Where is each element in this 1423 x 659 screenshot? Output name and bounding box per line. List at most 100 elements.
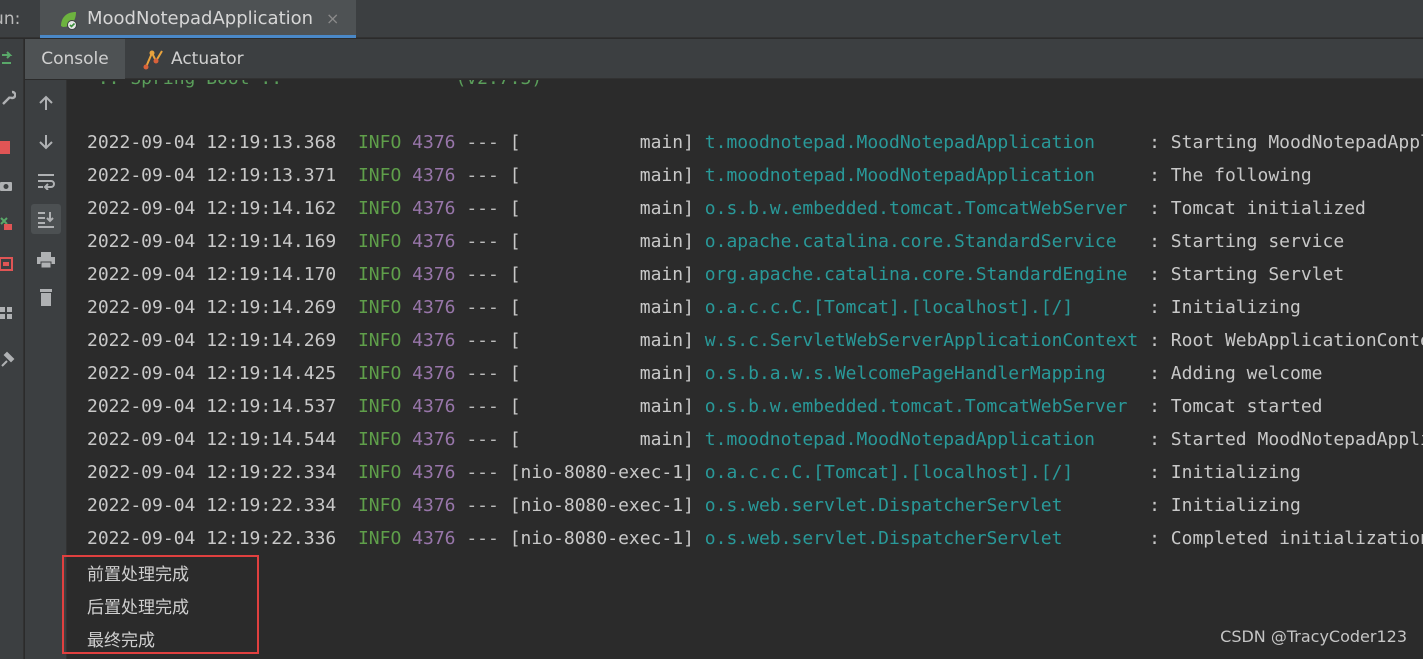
run-tab-mood-notepad[interactable]: MoodNotepadApplication × (40, 0, 356, 38)
log-line: 2022-09-04 12:19:22.334 INFO 4376 --- [n… (87, 489, 1301, 522)
log-level: INFO (357, 495, 402, 516)
log-logger: w.s.c.ServletWebServerApplicationContext (704, 330, 1150, 351)
scroll-to-end-button[interactable] (31, 204, 61, 234)
log-line: 2022-09-04 12:19:14.169 INFO 4376 --- [ … (87, 225, 1344, 258)
restore-layout-icon[interactable] (0, 214, 16, 232)
scroll-up-button[interactable] (31, 88, 61, 118)
log-level: INFO (357, 165, 402, 186)
log-timestamp: 2022-09-04 12:19:22.334 (87, 462, 337, 483)
log-separator: --- (466, 231, 499, 252)
log-line: 2022-09-04 12:19:22.334 INFO 4376 --- [n… (87, 456, 1301, 489)
tab-actuator[interactable]: Actuator (143, 39, 283, 79)
log-separator: --- (466, 495, 499, 516)
log-message: : Starting Servlet (1149, 264, 1345, 285)
log-line: 2022-09-04 12:19:14.544 INFO 4376 --- [ … (87, 423, 1423, 456)
rerun-icon[interactable] (0, 51, 16, 69)
log-logger: org.apache.catalina.core.StandardEngine (704, 264, 1150, 285)
log-logger: o.s.b.a.w.s.WelcomePageHandlerMapping (704, 363, 1150, 384)
red-highlight-box (62, 555, 259, 654)
log-level: INFO (357, 297, 402, 318)
log-message: : Completed initialization (1149, 528, 1423, 549)
log-line: 2022-09-04 12:19:22.336 INFO 4376 --- [n… (87, 522, 1423, 555)
log-pid: 4376 (412, 396, 456, 417)
log-timestamp: 2022-09-04 12:19:14.269 (87, 330, 337, 351)
soft-wrap-button[interactable] (31, 166, 61, 196)
log-logger: o.s.b.w.embedded.tomcat.TomcatWebServer (704, 396, 1150, 417)
log-separator: --- (466, 462, 499, 483)
log-pid: 4376 (412, 363, 456, 384)
log-level: INFO (357, 429, 402, 450)
log-thread: [ main] (509, 165, 694, 186)
log-line: 2022-09-04 12:19:14.170 INFO 4376 --- [ … (87, 258, 1344, 291)
pin-icon[interactable] (0, 351, 16, 369)
log-pid: 4376 (412, 330, 456, 351)
tab-console-label: Console (41, 49, 109, 69)
tab-actuator-label: Actuator (171, 49, 244, 69)
stop-icon[interactable] (0, 139, 16, 157)
log-message: : Tomcat initialized (1149, 198, 1366, 219)
log-pid: 4376 (412, 264, 456, 285)
scroll-down-button[interactable] (31, 127, 61, 157)
print-icon (37, 252, 55, 269)
log-separator: --- (466, 429, 499, 450)
arrow-down-icon (39, 135, 53, 150)
log-thread: [ main] (509, 297, 694, 318)
log-line: 2022-09-04 12:19:14.162 INFO 4376 --- [ … (87, 192, 1366, 225)
log-message: : Initializing (1149, 495, 1301, 516)
log-separator: --- (466, 264, 499, 285)
log-line: 2022-09-04 12:19:14.269 INFO 4376 --- [ … (87, 291, 1301, 324)
log-pid: 4376 (412, 165, 456, 186)
log-separator: --- (466, 132, 499, 153)
log-thread: [ main] (509, 363, 694, 384)
log-logger: t.moodnotepad.MoodNotepadApplication (704, 132, 1150, 153)
log-pid: 4376 (412, 297, 456, 318)
arrow-up-icon (39, 95, 53, 110)
log-line: 2022-09-04 12:19:14.425 INFO 4376 --- [ … (87, 357, 1323, 390)
log-separator: --- (466, 198, 499, 219)
dump-threads-icon[interactable] (0, 256, 16, 274)
log-thread: [ main] (509, 231, 694, 252)
log-logger: o.s.b.w.embedded.tomcat.TomcatWebServer (704, 198, 1150, 219)
log-thread: [nio-8080-exec-1] (509, 495, 694, 516)
console-output[interactable]: :: Spring Boot :: (v2.7.3) 2022-09-04 12… (68, 80, 1423, 659)
camera-icon[interactable] (0, 177, 16, 195)
log-thread: [ main] (509, 264, 694, 285)
log-timestamp: 2022-09-04 12:19:14.269 (87, 297, 337, 318)
log-thread: [ main] (509, 396, 694, 417)
log-logger: o.a.c.c.C.[Tomcat].[localhost].[/] (704, 462, 1150, 483)
wrench-icon[interactable] (0, 89, 16, 107)
log-pid: 4376 (412, 231, 456, 252)
run-toolbar: Run: MoodNotepadApplication × (0, 0, 1423, 38)
spring-boot-banner: :: Spring Boot :: (v2.7.3) (87, 80, 542, 89)
log-message: : The following (1149, 165, 1312, 186)
log-timestamp: 2022-09-04 12:19:14.537 (87, 396, 337, 417)
log-level: INFO (357, 231, 402, 252)
run-label: Run: (0, 9, 21, 29)
log-level: INFO (357, 528, 402, 549)
log-separator: --- (466, 528, 499, 549)
log-message: : Root WebApplicationContext (1149, 330, 1423, 351)
close-tab-icon[interactable]: × (326, 9, 339, 28)
log-message: : Starting service (1149, 231, 1345, 252)
log-pid: 4376 (412, 429, 456, 450)
log-thread: [nio-8080-exec-1] (509, 462, 694, 483)
log-pid: 4376 (412, 495, 456, 516)
log-pid: 4376 (412, 132, 456, 153)
log-logger: t.moodnotepad.MoodNotepadApplication (704, 165, 1150, 186)
log-logger: o.s.web.servlet.DispatcherServlet (704, 495, 1150, 516)
layout-icon[interactable] (0, 304, 16, 322)
log-timestamp: 2022-09-04 12:19:14.170 (87, 264, 337, 285)
print-button[interactable] (31, 245, 61, 275)
log-separator: --- (466, 165, 499, 186)
log-thread: [ main] (509, 429, 694, 450)
log-timestamp: 2022-09-04 12:19:14.544 (87, 429, 337, 450)
log-message: : Initializing (1149, 462, 1301, 483)
log-pid: 4376 (412, 198, 456, 219)
log-line: 2022-09-04 12:19:14.269 INFO 4376 --- [ … (87, 324, 1423, 357)
log-line: 2022-09-04 12:19:13.368 INFO 4376 --- [ … (87, 126, 1423, 159)
console-tab-bar: Console Actuator (25, 39, 1423, 79)
tab-console[interactable]: Console (25, 39, 125, 79)
log-timestamp: 2022-09-04 12:19:14.162 (87, 198, 337, 219)
console-toolbar (25, 80, 67, 659)
clear-all-button[interactable] (31, 282, 61, 312)
